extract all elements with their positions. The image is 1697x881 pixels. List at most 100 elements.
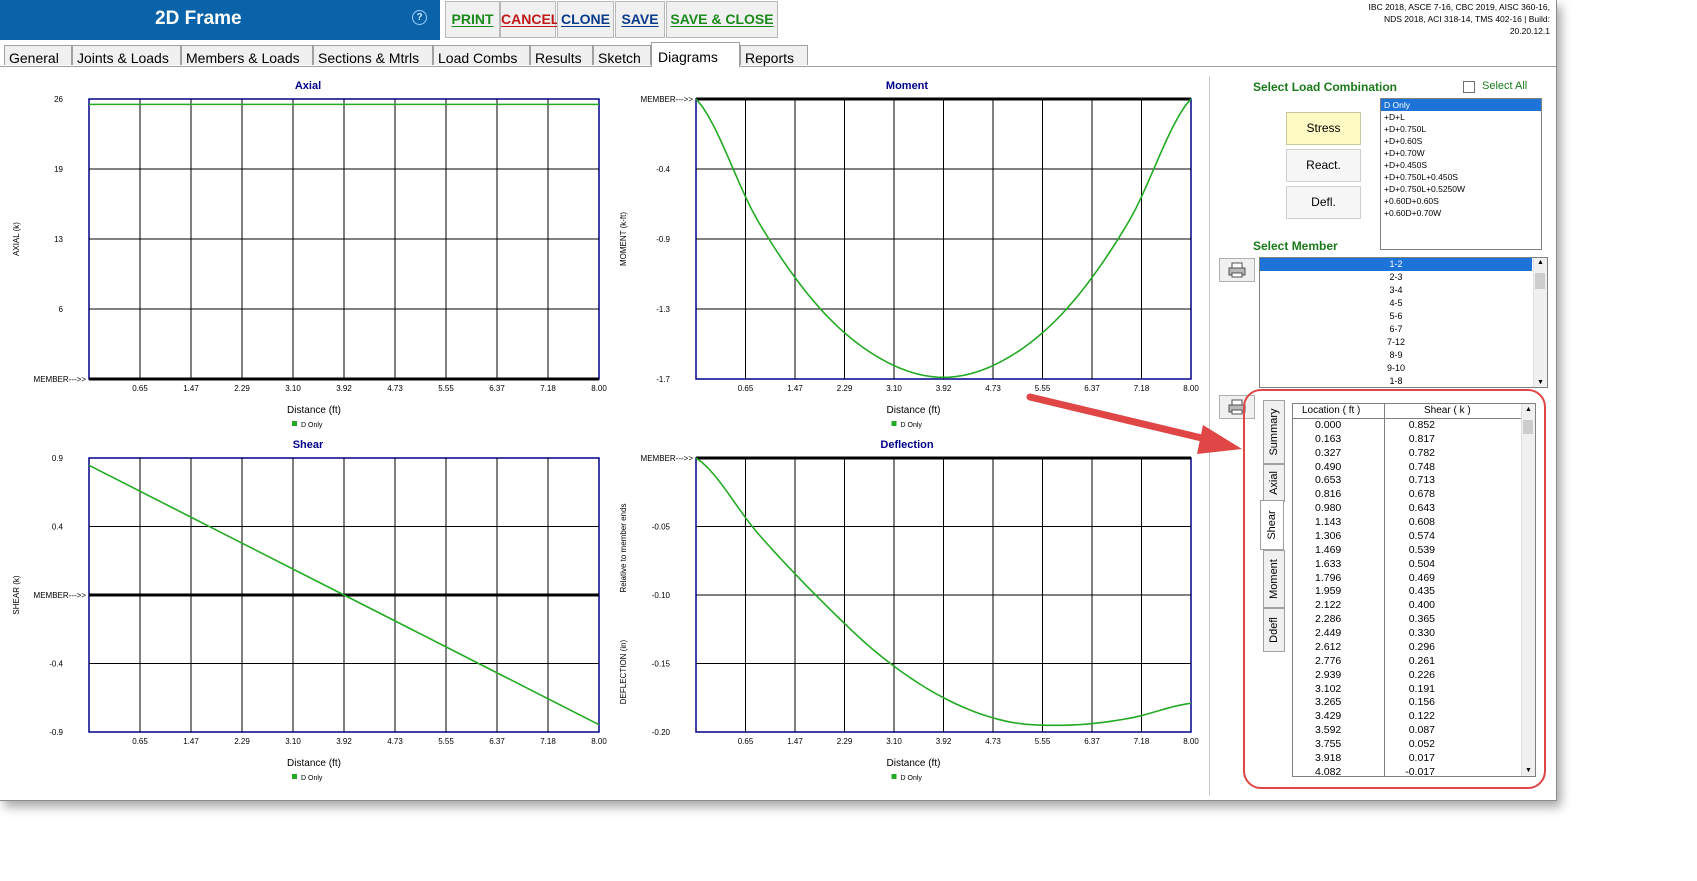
moment-chart: Moment0.65 1.47 2.29 3.10 3.92 4.73 5.55 6.37 7.…	[619, 80, 1199, 429]
load-combination-list[interactable]: D Only +D+L +D+0.750L +D+0.60S +D+0.70W +D+0.…	[1380, 98, 1542, 250]
legend-swatch	[891, 421, 897, 426]
load-combo-item[interactable]: +0.60D+0.60S	[1381, 195, 1541, 207]
vtab-shear[interactable]: Shear	[1260, 500, 1284, 550]
x-tick-label: 3.10	[886, 384, 902, 393]
x-tick-label: 3.92	[936, 737, 952, 746]
scroll-down-arrow-icon[interactable]: ▼	[1525, 767, 1532, 774]
vtab-shear-label: Shear	[1266, 510, 1278, 540]
x-tick-label: 0.65	[132, 384, 148, 393]
x-axis-label: Distance (ft)	[287, 405, 341, 416]
location-cell: 4.082	[1315, 765, 1342, 777]
y-axis-label: DEFLECTION (in)	[619, 639, 628, 704]
location-cell: 1.633	[1315, 557, 1342, 570]
scroll-up-arrow-icon[interactable]: ▲	[1525, 406, 1532, 413]
location-cell: 2.286	[1315, 613, 1342, 626]
load-combo-item[interactable]: +D+0.450S	[1381, 159, 1541, 171]
shear-cell: 0.191	[1408, 682, 1435, 695]
member-list-item[interactable]: 1-8	[1260, 375, 1532, 388]
location-cell: 3.265	[1315, 696, 1342, 709]
x-tick-label: 4.73	[985, 737, 1001, 746]
load-combo-item[interactable]: +D+0.750L	[1381, 123, 1541, 135]
load-combo-item[interactable]: +D+0.750L+0.5250W	[1381, 183, 1541, 195]
y-tick-label: -1.3	[656, 305, 670, 314]
x-tick-label: 8.00	[1183, 737, 1199, 746]
location-cell: 0.490	[1315, 460, 1342, 473]
member-list-item[interactable]: 5-6	[1260, 310, 1532, 323]
vtab-axial[interactable]: Axial	[1263, 464, 1285, 502]
x-tick-label: 4.73	[387, 384, 403, 393]
vtab-summary[interactable]: Summary	[1263, 400, 1285, 464]
table-row: 3.755 0.052	[1293, 738, 1521, 752]
cancel-button[interactable]: CANCEL	[500, 1, 559, 38]
location-cell: 0.980	[1315, 502, 1342, 515]
tab-load-combs[interactable]: Load Combs	[433, 45, 530, 66]
shear-cell: 0.574	[1408, 529, 1435, 542]
legend-swatch	[292, 421, 297, 426]
table-row: 3.918 0.017	[1293, 752, 1521, 766]
stress-button[interactable]: Stress	[1286, 112, 1361, 145]
tab-general[interactable]: General	[4, 45, 72, 66]
table-row: 3.592 0.087	[1293, 724, 1521, 738]
x-tick-label: 3.10	[285, 737, 301, 746]
save-button[interactable]: SAVE	[615, 1, 665, 38]
tab-diagrams[interactable]: Diagrams	[651, 42, 740, 67]
tab-results[interactable]: Results	[530, 45, 593, 66]
location-cell: 0.327	[1315, 446, 1342, 459]
axial-chart: Axial 0.65 1.47 2.29 3.10 3.92 4.73 5.55 6.37 7.1…	[12, 80, 607, 429]
member-list-item[interactable]: 4-5	[1260, 297, 1532, 310]
load-combo-item[interactable]: +D+0.60S	[1381, 135, 1541, 147]
clone-button[interactable]: CLONE	[557, 1, 614, 38]
scroll-up-arrow-icon[interactable]: ▲	[1537, 259, 1544, 266]
shear-chart: Shear 0.65 1.47 2.29 3.10 3.92 4.73 5.55 6.37 7.1…	[12, 439, 607, 782]
x-tick-label: 3.92	[336, 384, 352, 393]
x-tick-label: 6.37	[489, 384, 505, 393]
scroll-thumb[interactable]	[1523, 420, 1533, 434]
load-combo-item[interactable]: +0.60D+0.70W	[1381, 207, 1541, 219]
print-button[interactable]: PRINT	[445, 1, 500, 38]
tab-members-loads[interactable]: Members & Loads	[181, 45, 313, 66]
shear-column-header: Shear ( k )	[1424, 405, 1471, 416]
member-list-item[interactable]: 8-9	[1260, 349, 1532, 362]
shear-cell: 0.261	[1408, 654, 1435, 667]
member-list-scrollbar[interactable]: ▲ ▼	[1533, 258, 1547, 387]
tab-joints-loads[interactable]: Joints & Loads	[72, 45, 181, 66]
member-list-item[interactable]: 6-7	[1260, 323, 1532, 336]
table-row: 0.163 0.817	[1293, 433, 1521, 447]
save-and-close-button[interactable]: SAVE & CLOSE	[666, 1, 778, 38]
shear-cell: 0.296	[1408, 640, 1435, 653]
member-list-item[interactable]: 9-10	[1260, 362, 1532, 375]
select-all-label[interactable]: Select All	[1482, 80, 1527, 92]
build-info: IBC 2018, ASCE 7-16, CBC 2019, AISC 360-…	[1368, 2, 1550, 36]
table-scrollbar[interactable]: ▲ ▼	[1521, 404, 1535, 776]
tab-reports[interactable]: Reports	[740, 45, 808, 66]
table-header: Location ( ft ) Shear ( k )	[1293, 404, 1521, 419]
tab-sections-mtrls[interactable]: Sections & Mtrls	[313, 45, 433, 66]
member-list[interactable]: ▲ ▼ 1-2 2-3 3-4 4-5 5-6 6-7 7-12 8-9 9-10 1-8	[1259, 257, 1548, 388]
vtab-moment[interactable]: Moment	[1263, 550, 1285, 608]
vtab-ddefl[interactable]: Ddefl	[1263, 608, 1285, 652]
y-tick-label: -0.10	[652, 591, 671, 600]
scroll-down-arrow-icon[interactable]: ▼	[1537, 379, 1544, 386]
x-tick-label: 0.65	[738, 737, 754, 746]
member-list-item[interactable]: 7-12	[1260, 336, 1532, 349]
shear-cell: 0.330	[1408, 627, 1435, 640]
y-tick-label: 26	[54, 95, 63, 104]
load-combo-item[interactable]: +D+0.750L+0.450S	[1381, 171, 1541, 183]
load-combo-item[interactable]: D Only	[1381, 99, 1541, 111]
shear-cell: 0.748	[1408, 460, 1435, 473]
print-chart-button[interactable]	[1219, 258, 1255, 282]
react-button[interactable]: React.	[1286, 149, 1361, 182]
table-row: 4.082 -0.017	[1293, 765, 1521, 777]
select-all-checkbox[interactable]	[1463, 81, 1475, 93]
y-tick-label: 19	[54, 165, 63, 174]
load-combo-item[interactable]: +D+L	[1381, 111, 1541, 123]
defl-button[interactable]: Defl.	[1286, 186, 1361, 219]
member-list-item[interactable]: 3-4	[1260, 284, 1532, 297]
scroll-thumb[interactable]	[1535, 273, 1545, 289]
question-circle-icon[interactable]: ?	[412, 10, 427, 25]
member-list-item[interactable]: 1-2	[1260, 258, 1532, 271]
x-tick-label: 0.65	[738, 384, 754, 393]
tab-sketch[interactable]: Sketch	[593, 45, 651, 66]
load-combo-item[interactable]: +D+0.70W	[1381, 147, 1541, 159]
member-list-item[interactable]: 2-3	[1260, 271, 1532, 284]
